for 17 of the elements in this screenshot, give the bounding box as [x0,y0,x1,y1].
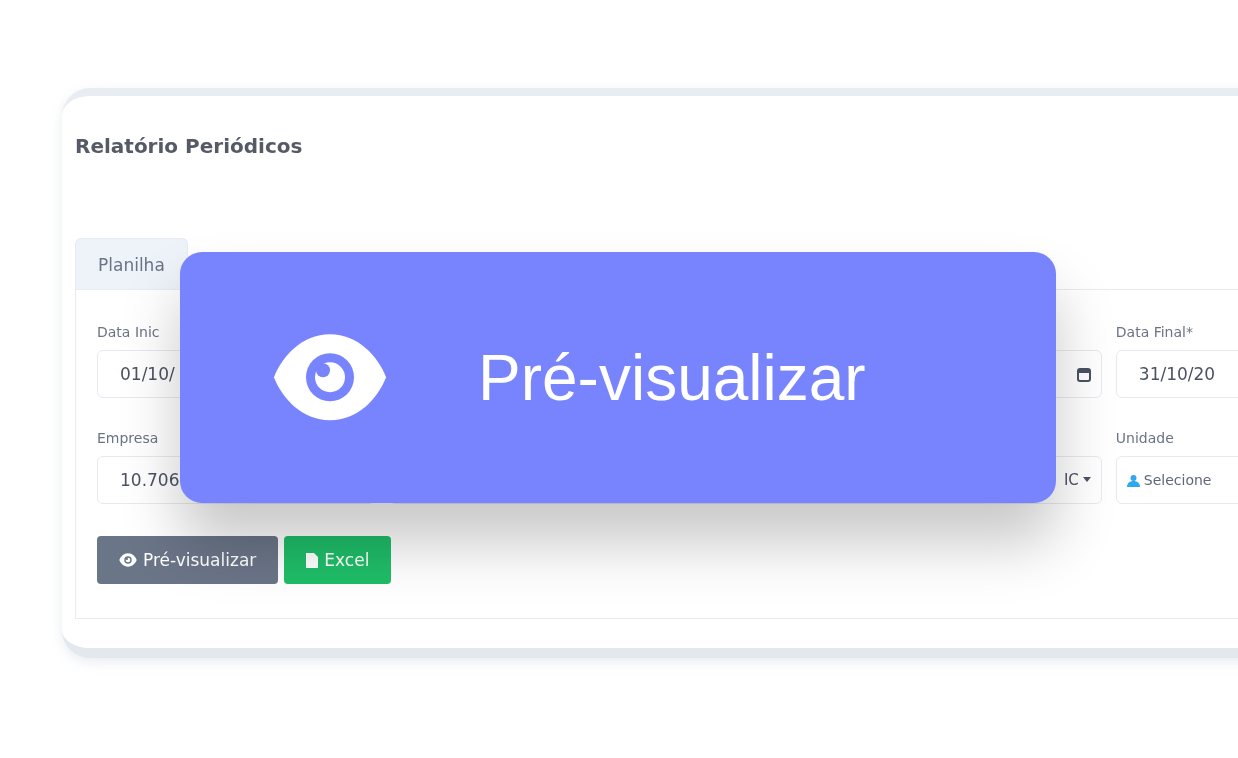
select-field[interactable]: Selecione [1115,456,1238,504]
person-icon [1126,473,1140,487]
preview-button[interactable]: Pré-visualizar [97,536,279,584]
preview-tooltip[interactable]: Pré-visualizar [180,252,1056,503]
input-field[interactable]: 31/10/20 [1115,350,1238,398]
eye-icon [119,553,137,567]
field-label: Unidade [1115,430,1175,446]
calendar-icon [1076,366,1091,382]
excel-button[interactable]: Excel [284,536,392,584]
caret-icon [1082,477,1091,483]
document-icon [306,552,319,568]
field-label: Data Final* [1115,324,1194,340]
page-title: Relatório Periódicos [75,134,304,158]
tab[interactable]: Planilha [75,238,188,289]
eye-icon [272,332,388,423]
field-label: Data Inic [97,324,161,340]
field-label: Empresa [97,430,160,446]
